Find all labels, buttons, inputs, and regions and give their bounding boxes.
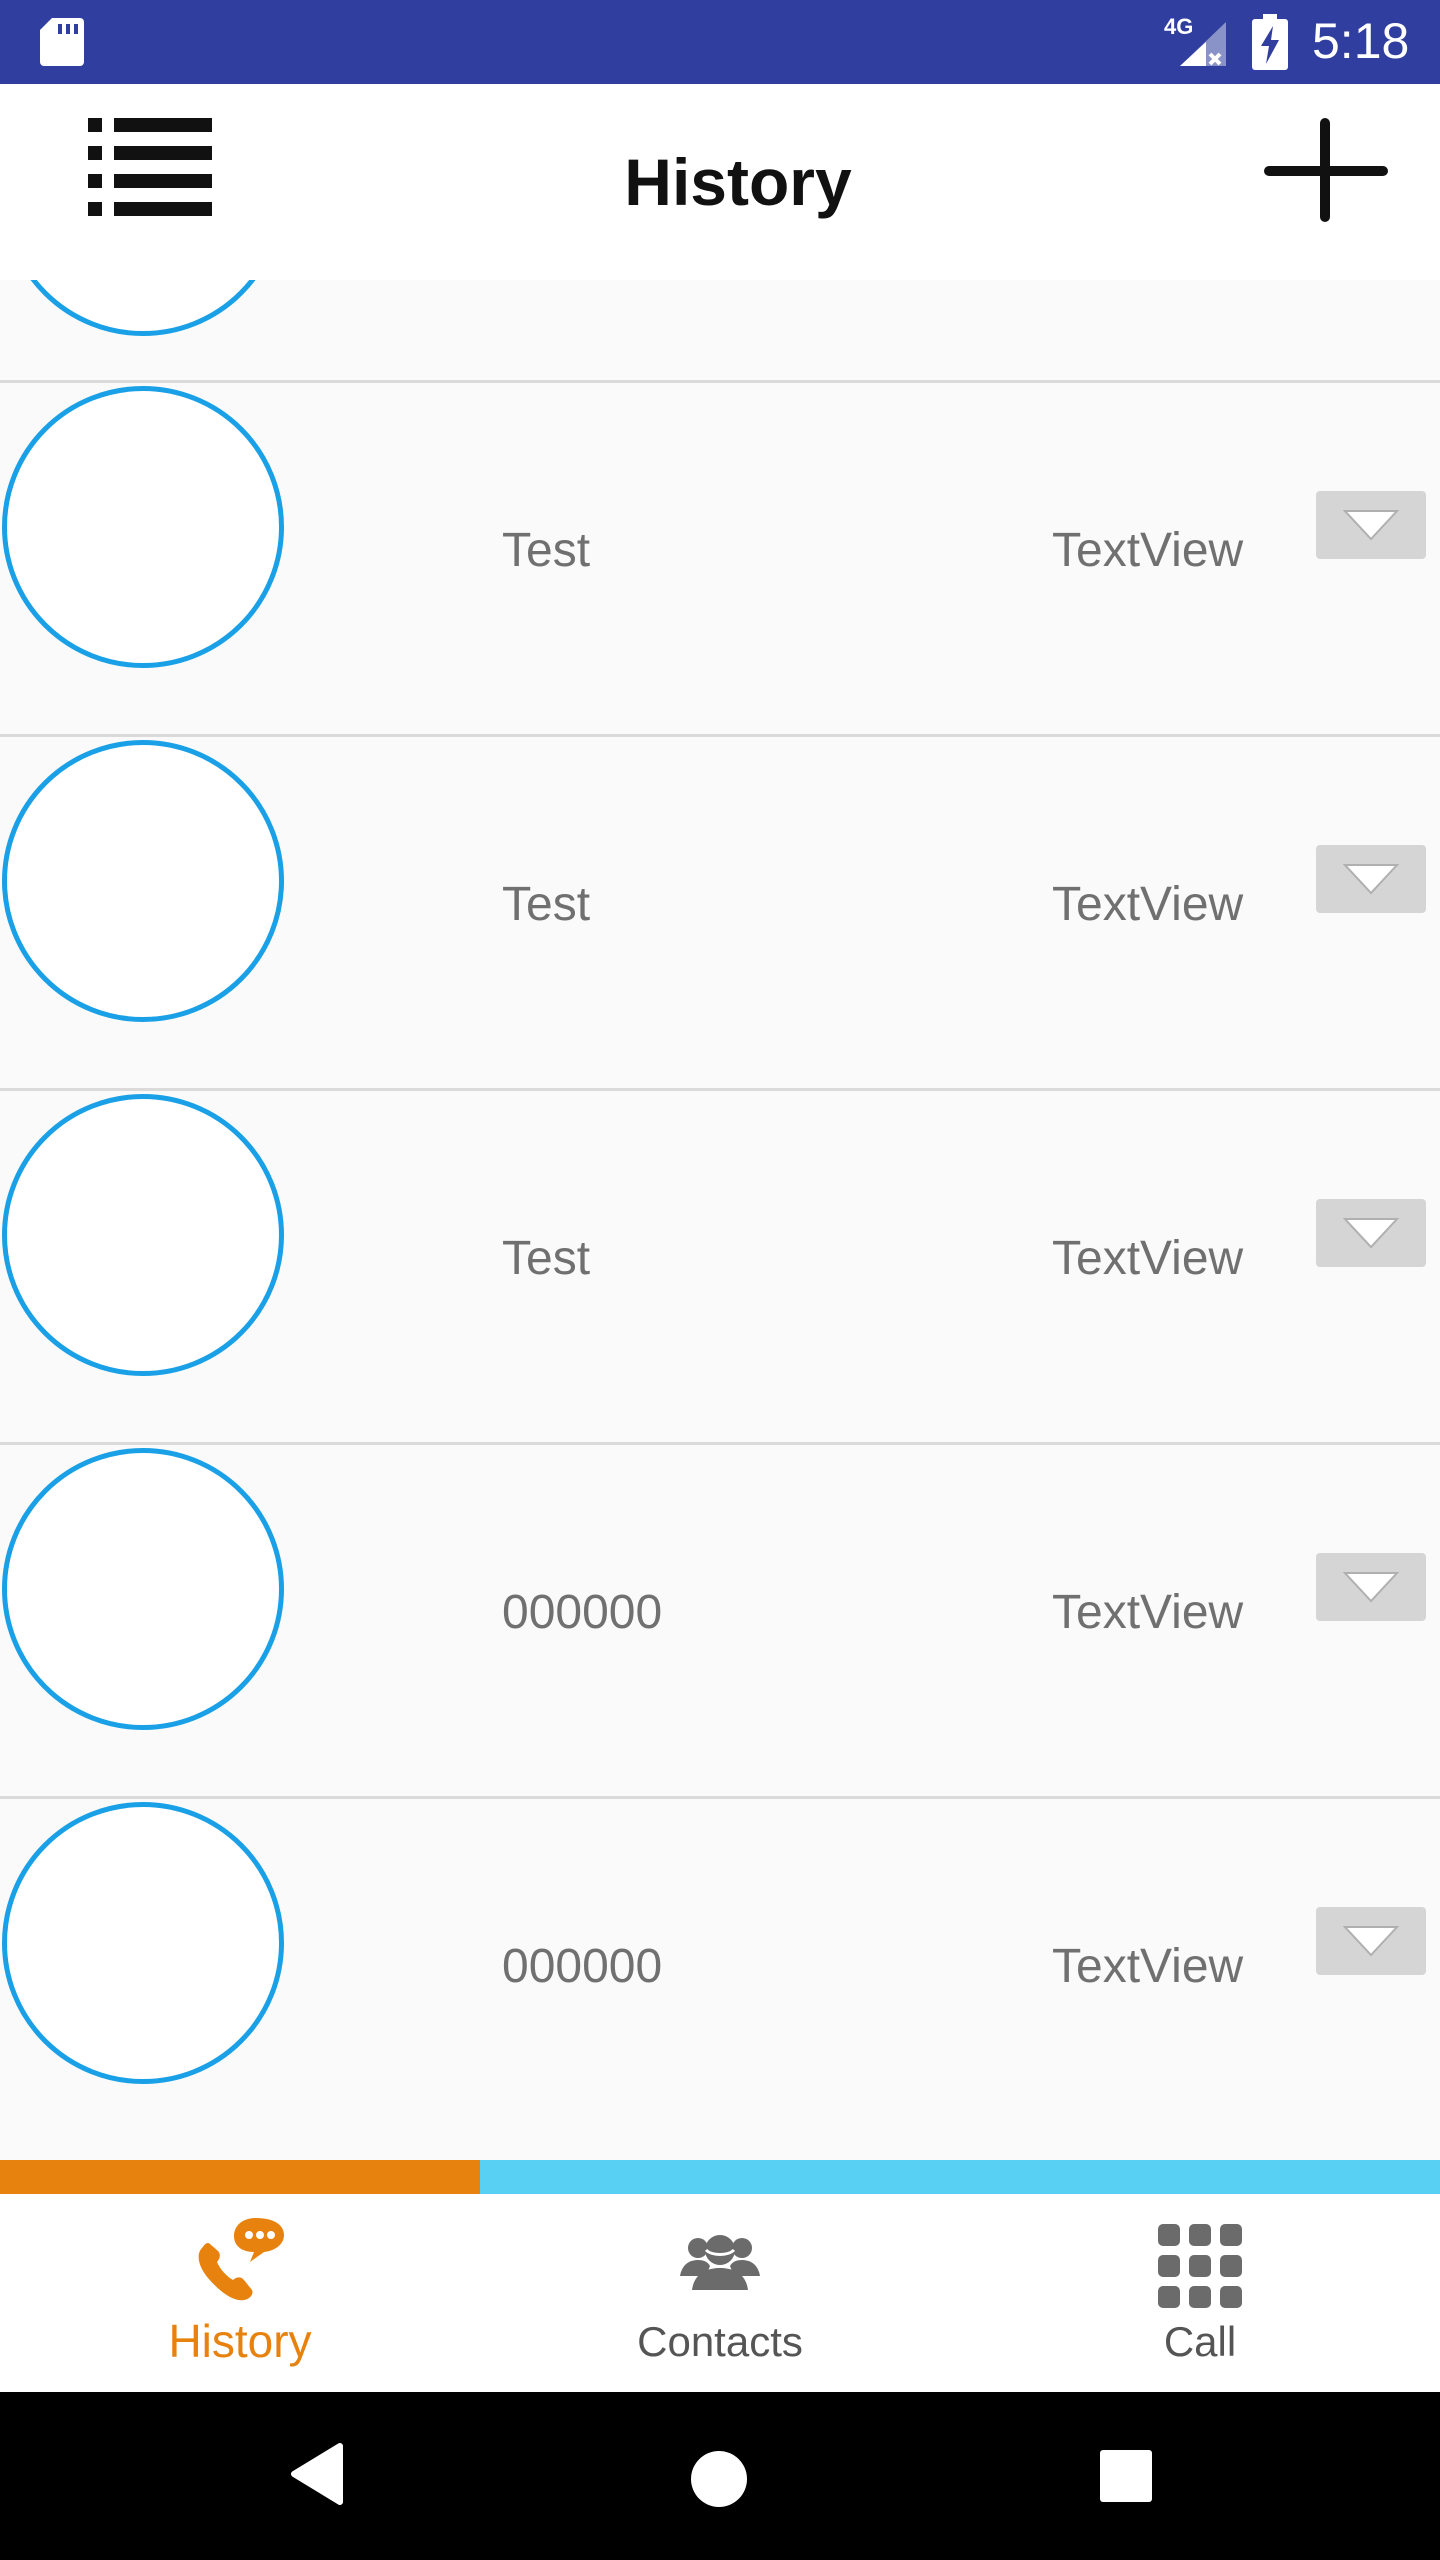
row-dropdown-button[interactable]: [1316, 1553, 1426, 1621]
triangle-down-icon: [1343, 1218, 1399, 1249]
list-item[interactable]: [0, 280, 1440, 383]
sd-card-icon: [40, 18, 84, 66]
contact-name: 000000: [502, 1940, 663, 1993]
list-item[interactable]: Test TextView: [0, 383, 1440, 737]
call-detail: TextView: [1052, 1232, 1244, 1285]
home-icon[interactable]: [690, 2450, 748, 2508]
contact-name: Test: [502, 524, 591, 577]
row-dropdown-button[interactable]: [1316, 1199, 1426, 1267]
call-detail: TextView: [1052, 524, 1244, 577]
tab-contacts[interactable]: Contacts: [480, 2194, 960, 2392]
avatar: [2, 1448, 284, 1730]
list-item[interactable]: Test TextView: [0, 1091, 1440, 1445]
avatar: [2, 740, 284, 1022]
list-item[interactable]: 000000 TextView: [0, 1445, 1440, 1799]
avatar: [2, 280, 284, 336]
avatar: [2, 1094, 284, 1376]
avatar: [2, 1802, 284, 2084]
row-dropdown-button[interactable]: [1316, 845, 1426, 913]
tab-label: Contacts: [637, 2318, 803, 2365]
row-dropdown-button[interactable]: [1316, 491, 1426, 559]
bottom-navigation: History Contacts Call: [0, 2194, 1440, 2392]
tab-label: History: [168, 2315, 312, 2367]
page-title: History: [624, 145, 852, 219]
list-item[interactable]: 000000 TextView: [0, 1799, 1440, 2153]
tab-indicator-active: [0, 2160, 480, 2194]
tab-indicator: [0, 2160, 1440, 2194]
back-icon[interactable]: [290, 2442, 344, 2506]
triangle-down-icon: [1343, 864, 1399, 895]
tab-label: Call: [1163, 2318, 1237, 2365]
row-dropdown-button[interactable]: [1316, 1907, 1426, 1975]
system-navigation-bar: [0, 2392, 1440, 2560]
list-item[interactable]: Test TextView: [0, 737, 1440, 1091]
contacts-group-icon: [680, 2235, 760, 2290]
triangle-down-icon: [1343, 510, 1399, 541]
dialpad-icon: [1158, 2224, 1242, 2308]
clock: 5:18: [1312, 13, 1410, 69]
tab-history[interactable]: History: [0, 2194, 480, 2392]
recent-apps-icon[interactable]: [1100, 2450, 1152, 2502]
contact-name: 000000: [502, 1586, 663, 1639]
call-detail: TextView: [1052, 1940, 1244, 1993]
triangle-down-icon: [1343, 1926, 1399, 1957]
history-list: Test TextView Test TextView Test TextVie…: [0, 280, 1440, 2160]
contact-name: Test: [502, 878, 591, 931]
app-bar: History: [0, 84, 1440, 280]
signal-icon: [1180, 22, 1226, 66]
phone-chat-icon: [198, 2218, 284, 2301]
triangle-down-icon: [1343, 1572, 1399, 1603]
tab-call[interactable]: Call: [960, 2194, 1440, 2392]
add-icon[interactable]: [1264, 118, 1388, 228]
call-detail: TextView: [1052, 1586, 1244, 1639]
battery-charging-icon: [1252, 14, 1288, 70]
status-bar: 4G 5:18: [0, 0, 1440, 84]
contact-name: Test: [502, 1232, 591, 1285]
call-detail: TextView: [1052, 878, 1244, 931]
avatar: [2, 386, 284, 668]
